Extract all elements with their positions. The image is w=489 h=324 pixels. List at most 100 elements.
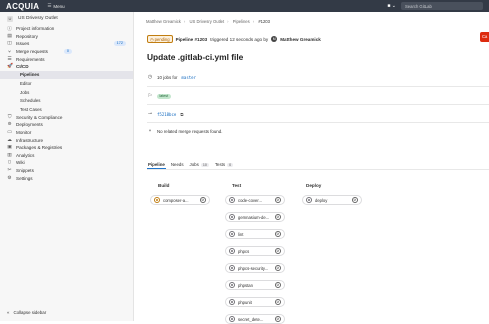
shield-icon: ⛉	[7, 115, 12, 121]
commit-sha-link[interactable]: f5218bce	[157, 112, 176, 117]
created-status-icon	[229, 265, 235, 271]
tab-jobs[interactable]: Jobs 10	[189, 160, 210, 169]
pipeline-id: Pipeline #1203	[175, 36, 208, 42]
pipeline-tabs: Pipeline Needs Jobs 10 Tests 0	[147, 160, 234, 169]
rocket-icon: 🚀	[7, 64, 13, 70]
merge-request-icon: ⑂	[148, 128, 152, 134]
sidebar-subitem-pipelines[interactable]: Pipelines	[0, 70, 133, 80]
stage-title-deploy: Deploy	[306, 183, 322, 188]
breadcrumb-user[interactable]: Matthew Greamick	[146, 19, 181, 24]
cancel-job-icon[interactable]: ⊘	[275, 197, 281, 203]
job-phpcs[interactable]: phpcs ⊘	[225, 246, 285, 256]
cancel-job-icon[interactable]: ⊘	[275, 299, 281, 305]
sidebar-item-project-information[interactable]: ⓘ Project information	[0, 25, 133, 33]
tab-pipeline[interactable]: Pipeline	[147, 160, 166, 169]
snippets-icon: ✂	[7, 167, 12, 173]
cancel-job-icon[interactable]: ⊘	[275, 316, 281, 322]
sidebar-item-monitor[interactable]: ▭ Monitor	[0, 129, 133, 137]
avatar[interactable]: M	[271, 36, 278, 42]
sidebar-item-merge-requests[interactable]: ⑂ Merge requests 0	[0, 48, 133, 56]
sidebar-item-infrastructure[interactable]: ☁ Infrastructure	[0, 136, 133, 144]
breadcrumb: Matthew Greamick › US Drivesry Outlet › Pi…	[146, 19, 270, 24]
project-name: US Drivesry Outlet	[18, 16, 58, 21]
cancel-job-icon[interactable]: ⊘	[275, 248, 281, 254]
job-lint[interactable]: lint ⊘	[225, 229, 285, 239]
created-status-icon	[306, 197, 312, 203]
job-code-coverage[interactable]: code-cover... ⊘	[225, 195, 285, 205]
issues-count-badge: 172	[113, 41, 126, 47]
sidebar-item-issues[interactable]: ◫ Issues 172	[0, 40, 133, 48]
acquia-logo[interactable]: ACQUIA	[6, 2, 39, 11]
cancel-job-icon[interactable]: ⊘	[275, 231, 281, 237]
plus-icon[interactable]: ■ ⌄	[387, 3, 396, 9]
sidebar-item-settings[interactable]: ⚙ Settings	[0, 174, 133, 182]
page-title: Update .gitlab-ci.yml file	[147, 52, 244, 62]
merge-requests-count-badge: 0	[63, 49, 73, 55]
tab-needs[interactable]: Needs	[170, 160, 185, 169]
created-status-icon	[229, 197, 235, 203]
sidebar-project-header[interactable]: U US Drivesry Outlet	[0, 12, 133, 25]
repository-icon: ▤	[7, 33, 12, 39]
tabs-divider	[147, 169, 489, 170]
cancel-job-icon[interactable]: ⊘	[352, 197, 358, 203]
sidebar-subitem-jobs[interactable]: Jobs	[0, 88, 133, 97]
job-secret-detection[interactable]: secret_dete... ⊘	[225, 314, 285, 324]
sidebar-item-cicd[interactable]: 🚀 CI/CD	[0, 63, 133, 71]
sidebar-item-repository[interactable]: ▤ Repository	[0, 33, 133, 41]
issues-icon: ◫	[7, 41, 12, 47]
job-phpcs-security[interactable]: phpcs-security... ⊘	[225, 263, 285, 273]
copy-icon[interactable]: ⧉	[180, 112, 183, 117]
breadcrumb-pipelines[interactable]: Pipelines	[233, 19, 250, 24]
merge-request-icon: ⑂	[8, 49, 11, 55]
created-status-icon	[229, 248, 235, 254]
sidebar-subitem-test-cases[interactable]: Test Cases	[0, 105, 133, 114]
cancel-job-icon[interactable]: ⊘	[275, 265, 281, 271]
cancel-pipeline-button[interactable]: Ca	[480, 32, 489, 42]
created-status-icon	[229, 282, 235, 288]
jobs-count-badge: 10	[200, 162, 209, 167]
search-input[interactable]: Search GitLab	[401, 2, 483, 10]
deployments-icon: ⊚	[7, 122, 12, 128]
created-status-icon	[229, 231, 235, 237]
sidebar-subitem-schedules[interactable]: Schedules	[0, 96, 133, 105]
branch-link[interactable]: master	[182, 75, 196, 80]
divider	[147, 122, 489, 123]
tab-tests[interactable]: Tests 0	[214, 160, 234, 169]
sidebar-item-wiki[interactable]: ▯ Wiki	[0, 159, 133, 167]
breadcrumb-pipeline-id[interactable]: #1203	[258, 19, 270, 24]
double-chevron-left-icon: «	[7, 310, 10, 315]
status-badge[interactable]: ◷ pending	[147, 35, 173, 43]
pause-icon: ◷	[150, 36, 154, 42]
job-deploy[interactable]: deploy ⊘	[302, 195, 362, 205]
sidebar-subitem-editor[interactable]: Editor	[0, 79, 133, 88]
flag-icon: ⚐	[147, 93, 153, 99]
job-composer[interactable]: composer-a... ⊘	[150, 195, 210, 205]
latest-badge: latest	[157, 93, 171, 99]
sidebar-item-deployments[interactable]: ⊚ Deployments	[0, 121, 133, 129]
pipeline-jobs-info: ◷ 10 jobs for master	[147, 74, 196, 80]
created-status-icon	[229, 316, 235, 322]
job-gemnasium[interactable]: gemnasium-de... ⊘	[225, 212, 285, 222]
sidebar-item-security[interactable]: ⛉ Security & Compliance	[0, 114, 133, 122]
sidebar-item-snippets[interactable]: ✂ Snippets	[0, 167, 133, 175]
sidebar-item-requirements[interactable]: ☰ Requirements	[0, 55, 133, 63]
sidebar-item-packages[interactable]: ▣ Packages & Registries	[0, 144, 133, 152]
sidebar-item-analytics[interactable]: ▥ Analytics	[0, 152, 133, 160]
pipeline-triggered-text: triggered 12 seconds ago by	[210, 36, 269, 42]
package-icon: ▣	[7, 145, 12, 151]
cancel-job-icon[interactable]: ⊘	[275, 282, 281, 288]
clock-icon: ◷	[147, 74, 153, 80]
job-phpunit[interactable]: phpunit ⊘	[225, 297, 285, 307]
job-phpstan[interactable]: phpstan ⊘	[225, 280, 285, 290]
cancel-job-icon[interactable]: ⊘	[200, 197, 206, 203]
wiki-icon: ▯	[8, 160, 11, 166]
monitor-icon: ▭	[7, 130, 12, 136]
cancel-job-icon[interactable]: ⊘	[275, 214, 281, 220]
pipeline-user[interactable]: Matthew Greamick	[280, 37, 321, 42]
requirements-icon: ☰	[7, 56, 12, 62]
breadcrumb-project[interactable]: US Drivesry Outlet	[189, 19, 224, 24]
menu-button[interactable]: ☰ Menu	[47, 3, 64, 9]
collapse-sidebar-button[interactable]: « Collapse sidebar	[7, 310, 46, 315]
main-content: Matthew Greamick › US Drivesry Outlet › Pi…	[134, 12, 489, 324]
created-status-icon	[229, 214, 235, 220]
